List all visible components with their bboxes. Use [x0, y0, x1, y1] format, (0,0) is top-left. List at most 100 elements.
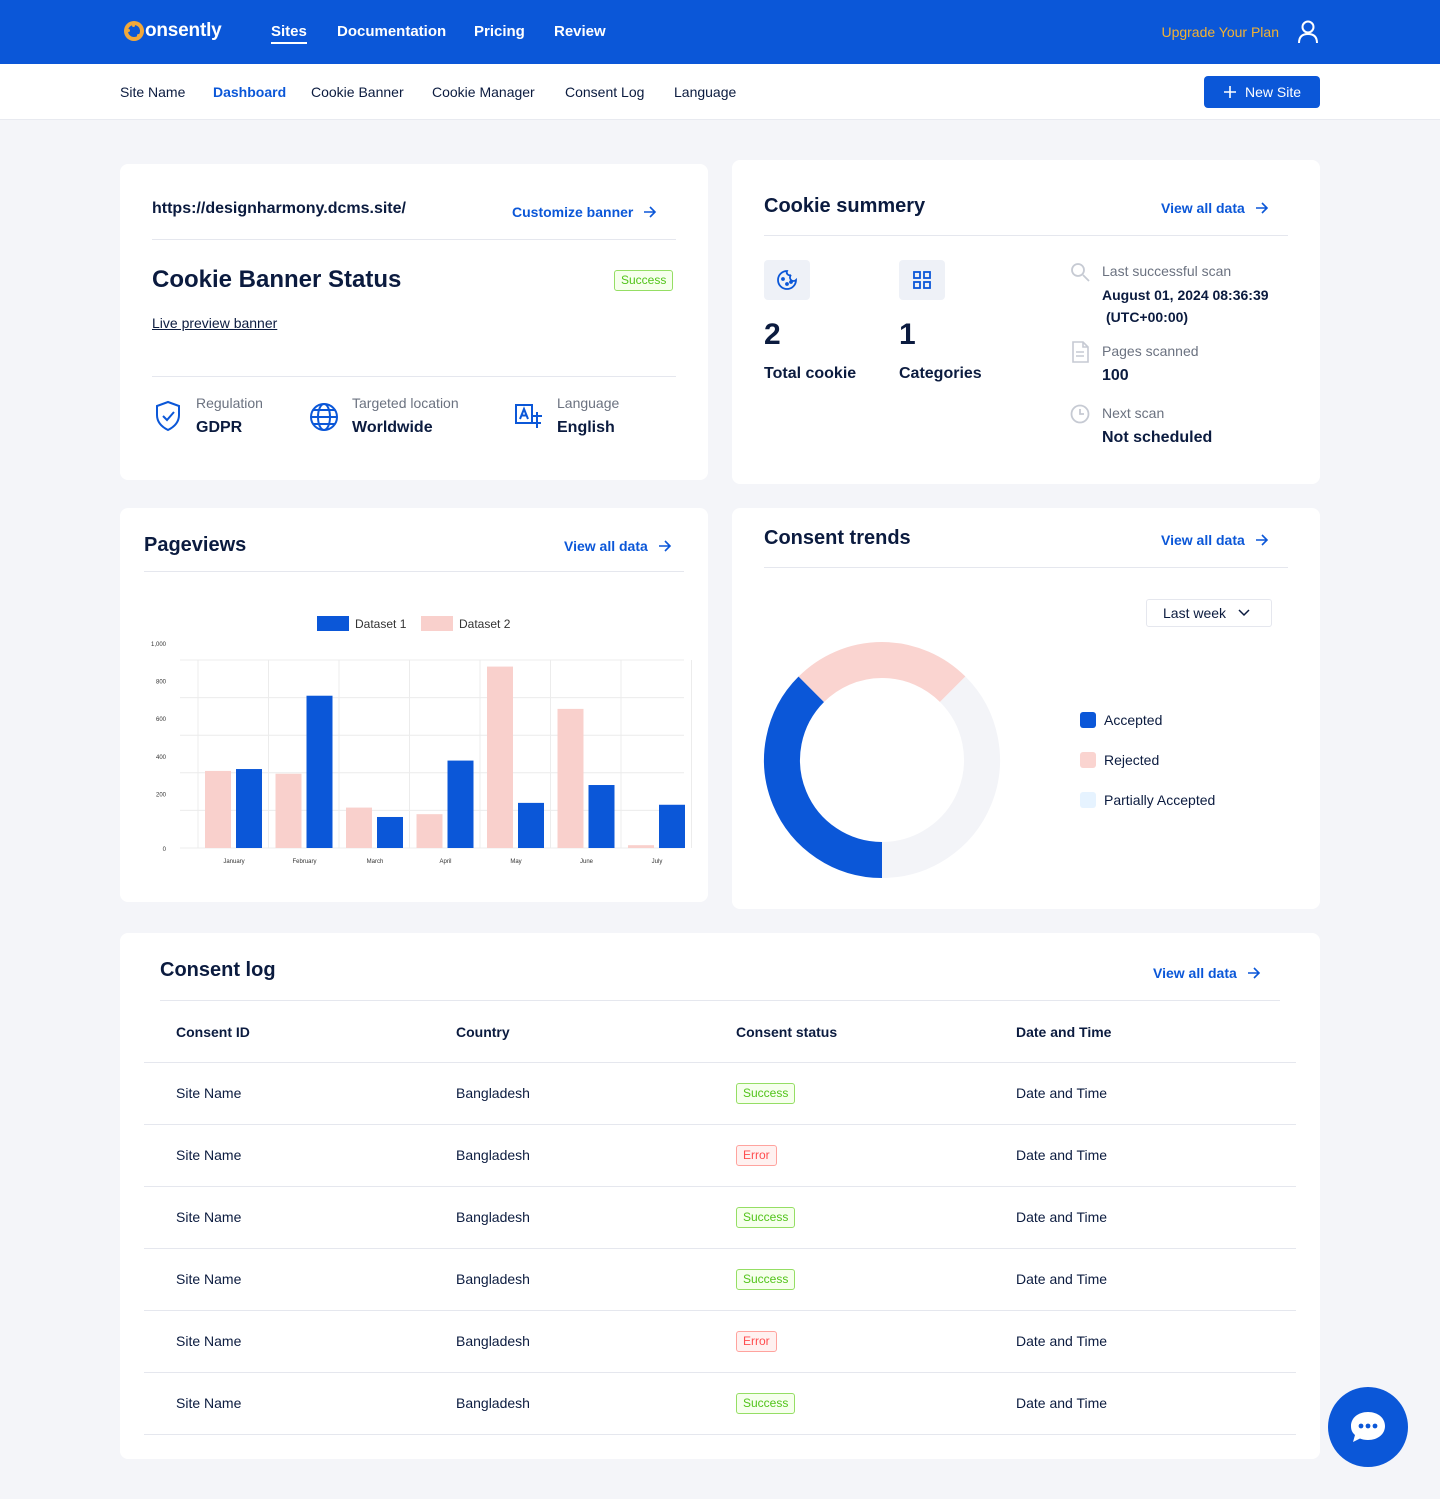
column-header-consent-id[interactable]: Consent ID [176, 1024, 250, 1040]
cell-country: Bangladesh [456, 1147, 530, 1163]
legend-accepted: Accepted [1080, 712, 1162, 728]
table-row[interactable]: Site Name Bangladesh Success Date and Time [144, 1372, 1296, 1434]
bar-dataset-1 [377, 816, 403, 848]
x-tick-label: May [510, 859, 521, 865]
legend-swatch-rejected [1080, 752, 1096, 768]
new-site-label: New Site [1244, 84, 1302, 100]
cookie-summary-title: Cookie summery [764, 195, 926, 217]
customize-banner-label: Customize banner [512, 204, 634, 220]
live-preview-link[interactable]: Live preview banner [152, 315, 277, 331]
divider [152, 239, 676, 240]
x-tick-label: March [367, 859, 384, 865]
table-row[interactable]: Site Name Bangladesh Success Date and Time [144, 1186, 1296, 1248]
consent-trends-donut-chart [764, 642, 1000, 878]
cell-consent-id: Site Name [176, 1333, 242, 1349]
cell-country: Bangladesh [456, 1085, 530, 1101]
cell-date-time: Date and Time [1016, 1209, 1108, 1225]
legend-label-rejected: Rejected [1104, 752, 1160, 768]
column-header-consent-status[interactable]: Consent status [736, 1024, 837, 1040]
banner-status-title: Cookie Banner Status [152, 266, 402, 293]
cell-country: Bangladesh [456, 1333, 530, 1349]
status-cell: Success [736, 1207, 796, 1228]
table-row[interactable]: Site Name Bangladesh Error Date and Time [144, 1310, 1296, 1372]
cell-consent-id: Site Name [176, 1395, 242, 1411]
status-badge: Success [736, 1393, 796, 1414]
globe-icon [310, 403, 338, 431]
column-header-date-time[interactable]: Date and Time [1016, 1024, 1111, 1040]
search-icon [1071, 263, 1090, 282]
cell-consent-id: Site Name [176, 1209, 242, 1225]
upgrade-plan-link[interactable]: Upgrade Your Plan [1161, 24, 1279, 40]
regulation-label: Regulation [196, 395, 263, 411]
chat-button[interactable] [1328, 1387, 1408, 1467]
categories-label: Categories [899, 365, 982, 382]
table-bottom-border [144, 1434, 1296, 1435]
x-tick-label: July [652, 859, 663, 865]
categories-icon-tile [899, 260, 945, 300]
user-icon[interactable] [1297, 20, 1319, 44]
cell-country: Bangladesh [456, 1209, 530, 1225]
divider [764, 235, 1288, 236]
table-row[interactable]: Site Name Bangladesh Success Date and Time [144, 1248, 1296, 1310]
subnav-language[interactable]: Language [674, 84, 736, 100]
subnav-consent-log[interactable]: Consent Log [565, 84, 644, 100]
column-header-country[interactable]: Country [456, 1024, 510, 1040]
site-sub-navigation: Site Name Dashboard Cookie Banner Cookie… [0, 64, 1440, 120]
cell-consent-id: Site Name [176, 1085, 242, 1101]
table-row[interactable]: Site Name Bangladesh Error Date and Time [144, 1124, 1296, 1186]
banner-status-card: https://designharmony.dcms.site/ Customi… [120, 164, 708, 480]
categories-count: 1 [899, 318, 916, 351]
next-scan-value: Not scheduled [1102, 429, 1213, 446]
next-scan-label: Next scan [1102, 405, 1165, 421]
slice-partially-accepted [881, 676, 1000, 878]
translate-icon [515, 404, 542, 428]
cookie-icon [777, 270, 797, 290]
y-tick-label: 800 [156, 680, 167, 686]
nav-pricing[interactable]: Pricing [474, 23, 525, 40]
cell-date-time: Date and Time [1016, 1147, 1108, 1163]
status-badge: Success [736, 1269, 796, 1290]
bar-dataset-2 [628, 845, 654, 848]
consently-logo[interactable]: onsently [124, 18, 222, 44]
cell-date-time: Date and Time [1016, 1395, 1108, 1411]
subnav-cookie-manager[interactable]: Cookie Manager [432, 84, 535, 100]
customize-banner-link[interactable]: Customize banner [512, 204, 657, 220]
subnav-dashboard[interactable]: Dashboard [213, 84, 286, 100]
subnav-site-name[interactable]: Site Name [120, 84, 185, 100]
pageviews-bar-chart: Dataset 1 Dataset 2 0 200 400 600 800 1,000 Janu… [151, 616, 692, 865]
nav-documentation[interactable]: Documentation [337, 23, 446, 40]
cookie-summary-view-all-link[interactable]: View all data [1161, 200, 1269, 216]
legend-swatch-dataset-1 [317, 616, 349, 631]
status-cell: Error [736, 1145, 777, 1166]
document-icon [1072, 341, 1089, 363]
y-tick-label: 600 [156, 717, 167, 723]
last-scan-label: Last successful scan [1102, 263, 1232, 279]
cell-consent-id: Site Name [176, 1147, 242, 1163]
x-tick-label: February [292, 859, 316, 865]
table-row[interactable]: Site Name Bangladesh Success Date and Time [144, 1062, 1296, 1124]
nav-review[interactable]: Review [554, 23, 606, 40]
bar-dataset-1 [236, 769, 262, 848]
cookie-summary-card: Cookie summery View all data 2 Total coo… [732, 160, 1320, 484]
bar-dataset-1 [659, 804, 685, 848]
legend-swatch-partially-accepted [1080, 792, 1096, 808]
clock-icon [1070, 404, 1090, 424]
cell-date-time: Date and Time [1016, 1085, 1108, 1101]
status-badge: Success [736, 1083, 796, 1104]
status-cell: Success [736, 1269, 796, 1290]
bar-dataset-2 [416, 814, 443, 848]
view-all-label: View all data [1161, 200, 1245, 216]
cell-country: Bangladesh [456, 1271, 530, 1287]
pageviews-card: Pageviews View all data Dataset 1 Dataset… [120, 508, 708, 902]
site-url: https://designharmony.dcms.site/ [152, 200, 406, 217]
legend-partially-accepted: Partially Accepted [1080, 792, 1215, 808]
subnav-cookie-banner[interactable]: Cookie Banner [311, 84, 404, 100]
consent-log-view-all-link[interactable]: View all data [1153, 965, 1261, 981]
bar-dataset-2 [205, 770, 231, 848]
legend-swatch-accepted [1080, 712, 1096, 728]
total-cookie-label: Total cookie [764, 365, 857, 382]
bar-dataset-1 [447, 760, 474, 848]
new-site-button[interactable]: New Site [1204, 76, 1320, 108]
nav-sites[interactable]: Sites [271, 23, 307, 44]
location-value: Worldwide [352, 419, 433, 436]
